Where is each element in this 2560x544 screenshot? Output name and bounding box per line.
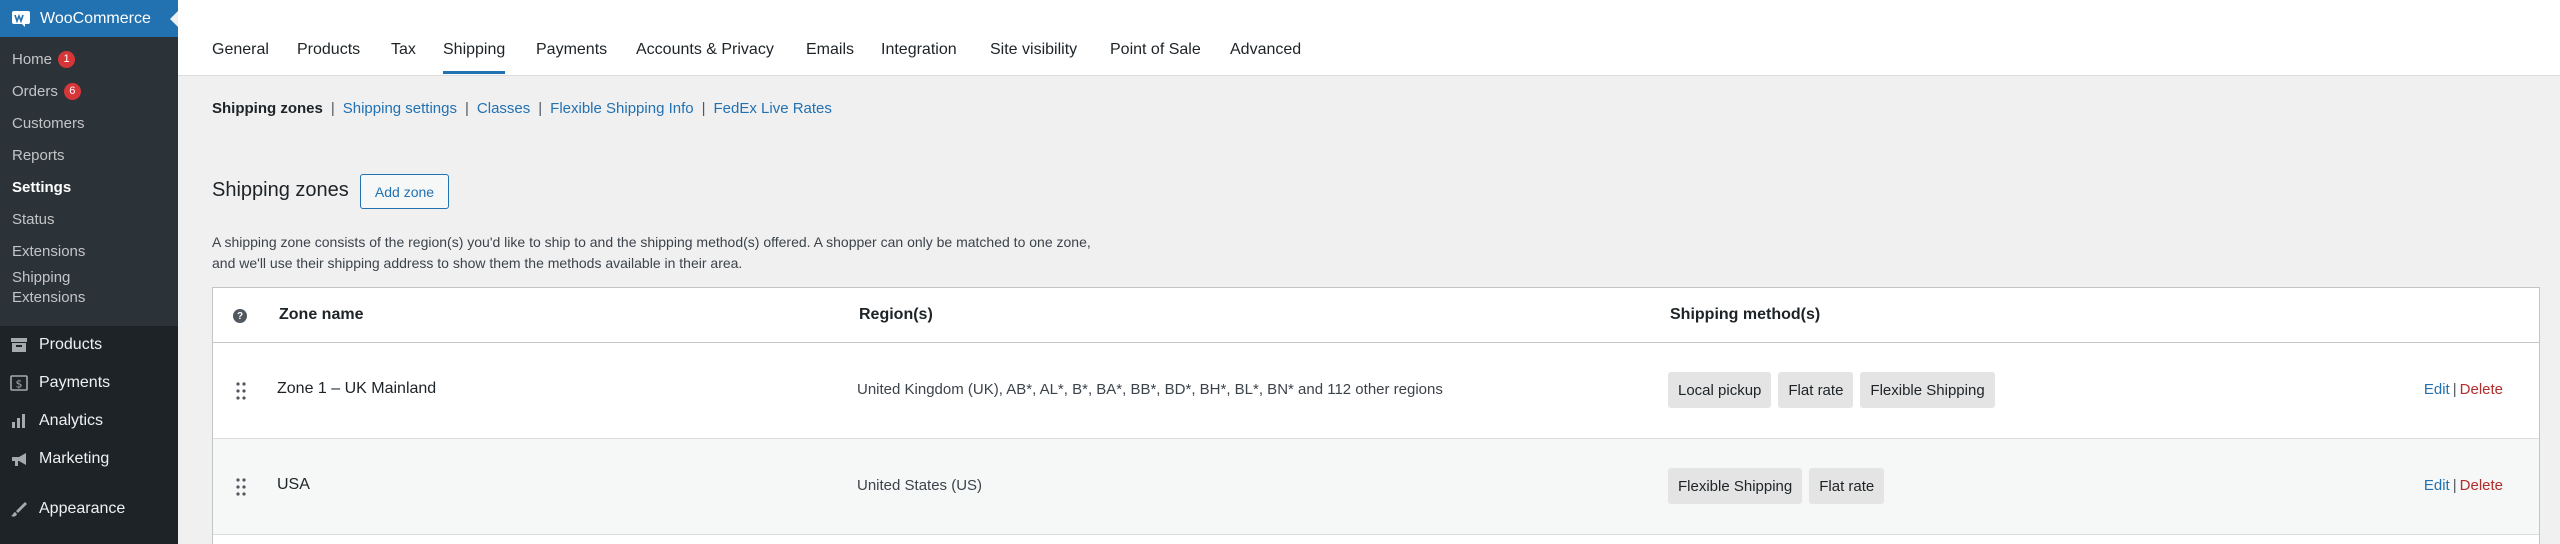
menu-item-label: Products — [39, 336, 103, 353]
submenu-item-reports[interactable]: Reports — [0, 139, 178, 171]
megaphone-icon — [9, 449, 29, 469]
zone-name: USA — [277, 476, 310, 493]
admin-sidebar: WooCommerce Home 1 Orders 6 Customers Repo… — [0, 0, 178, 544]
column-header-zone-name: Zone name — [279, 306, 364, 323]
method-pill-local-pickup: Local pickup — [1668, 372, 1772, 408]
submenu-item-orders[interactable]: Orders 6 — [0, 75, 178, 107]
bar-chart-icon — [9, 411, 29, 431]
tab-shipping[interactable]: Shipping — [443, 41, 506, 74]
orders-count-badge: 6 — [63, 82, 81, 100]
row-actions: Edit | Delete — [2423, 381, 2503, 398]
menu-item-label: Analytics — [39, 412, 104, 429]
table-header: ? Zone name Region(s) Shipping method(s) — [213, 288, 2539, 343]
paintbrush-icon — [9, 499, 29, 519]
method-pill-flexible-shipping: Flexible Shipping — [1860, 372, 1995, 408]
subnav-flexible-shipping-info[interactable]: Flexible Shipping Info — [550, 100, 693, 117]
woocommerce-menu-header[interactable]: WooCommerce — [0, 0, 178, 37]
tab-integration[interactable]: Integration — [881, 41, 957, 59]
submenu-item-status[interactable]: Status — [0, 203, 178, 235]
subnav-classes[interactable]: Classes — [477, 100, 530, 117]
menu-item-label: Payments — [39, 374, 111, 391]
zone-methods: Local pickup Flat rate Flexible Shipping — [1668, 372, 1995, 408]
subnav-shipping-zones[interactable]: Shipping zones — [212, 100, 323, 117]
zone-regions: United States (US) — [857, 477, 983, 494]
tab-point-of-sale[interactable]: Point of Sale — [1110, 41, 1201, 59]
shipping-subnav: Shipping zones | Shipping settings | Classes… — [212, 100, 832, 117]
menu-item-products[interactable]: Products — [0, 326, 178, 364]
woocommerce-menu-title: WooCommerce — [40, 9, 151, 27]
shipping-zones-description: A shipping zone consists of the region(s… — [212, 234, 1091, 271]
menu-item-marketing[interactable]: Marketing — [0, 440, 178, 478]
row-actions: Edit | Delete — [2423, 477, 2503, 494]
menu-item-appearance[interactable]: Appearance — [0, 490, 178, 528]
zone-regions: United Kingdom (UK), AB*, AL*, B*, BA*, … — [857, 381, 1443, 398]
tab-general[interactable]: General — [212, 41, 269, 59]
menu-item-label: Appearance — [39, 500, 126, 517]
settings-tab-bar: General Products Tax Shipping Payments A… — [178, 0, 2560, 76]
tab-site-visibility[interactable]: Site visibility — [990, 41, 1077, 59]
woocommerce-submenu: Home 1 Orders 6 Customers Reports Settings… — [0, 37, 178, 326]
menu-item-label: Marketing — [39, 450, 110, 467]
home-count-badge: 1 — [58, 50, 76, 68]
menu-item-analytics[interactable]: Analytics — [0, 402, 178, 440]
submenu-item-shipping-extensions[interactable]: Shipping Extensions — [0, 267, 178, 311]
woocommerce-logo-icon — [11, 9, 31, 29]
drag-handle-icon[interactable] — [235, 381, 247, 401]
tab-products[interactable]: Products — [297, 41, 360, 59]
zone-name: Zone 1 – UK Mainland — [277, 380, 437, 397]
delete-zone-link[interactable]: Delete — [2460, 477, 2503, 494]
tab-advanced[interactable]: Advanced — [1230, 41, 1301, 59]
tab-payments[interactable]: Payments — [536, 41, 607, 59]
edit-zone-link[interactable]: Edit — [2424, 381, 2450, 398]
submenu-item-label: Home — [12, 50, 53, 68]
help-icon[interactable]: ? — [233, 309, 247, 323]
zone-methods: Flexible Shipping Flat rate — [1668, 468, 1885, 504]
svg-text:$: $ — [16, 378, 23, 391]
dollar-icon: $ — [9, 373, 29, 393]
table-row: USA United States (US) Flexible Shipping… — [213, 439, 2539, 535]
table-row: Zone 1 – UK Mainland United Kingdom (UK)… — [213, 343, 2539, 439]
edit-zone-link[interactable]: Edit — [2424, 477, 2450, 494]
add-zone-button[interactable]: Add zone — [360, 174, 449, 209]
submenu-item-customers[interactable]: Customers — [0, 107, 178, 139]
submenu-item-settings[interactable]: Settings — [0, 171, 178, 203]
menu-item-payments[interactable]: $ Payments — [0, 364, 178, 402]
column-header-shipping-methods: Shipping method(s) — [1670, 306, 1821, 323]
drag-handle-icon[interactable] — [235, 477, 247, 497]
tab-tax[interactable]: Tax — [391, 41, 416, 59]
delete-zone-link[interactable]: Delete — [2460, 381, 2503, 398]
shipping-zones-table: ? Zone name Region(s) Shipping method(s)… — [212, 287, 2540, 544]
submenu-item-label: Shipping Extensions — [12, 269, 86, 306]
submenu-item-extensions[interactable]: Extensions — [0, 235, 178, 267]
method-pill-flat-rate: Flat rate — [1809, 468, 1885, 504]
method-pill-flexible-shipping: Flexible Shipping — [1668, 468, 1803, 504]
tab-accounts-privacy[interactable]: Accounts & Privacy — [636, 41, 774, 59]
archive-icon — [9, 335, 29, 355]
submenu-item-home[interactable]: Home 1 — [0, 43, 178, 75]
submenu-item-label: Orders — [12, 82, 58, 100]
subnav-fedex-live-rates[interactable]: FedEx Live Rates — [714, 100, 832, 117]
method-pill-flat-rate: Flat rate — [1778, 372, 1854, 408]
page-title: Shipping zones — [212, 179, 349, 201]
column-header-regions: Region(s) — [859, 306, 933, 323]
subnav-shipping-settings[interactable]: Shipping settings — [343, 100, 457, 117]
tab-emails[interactable]: Emails — [806, 41, 854, 59]
